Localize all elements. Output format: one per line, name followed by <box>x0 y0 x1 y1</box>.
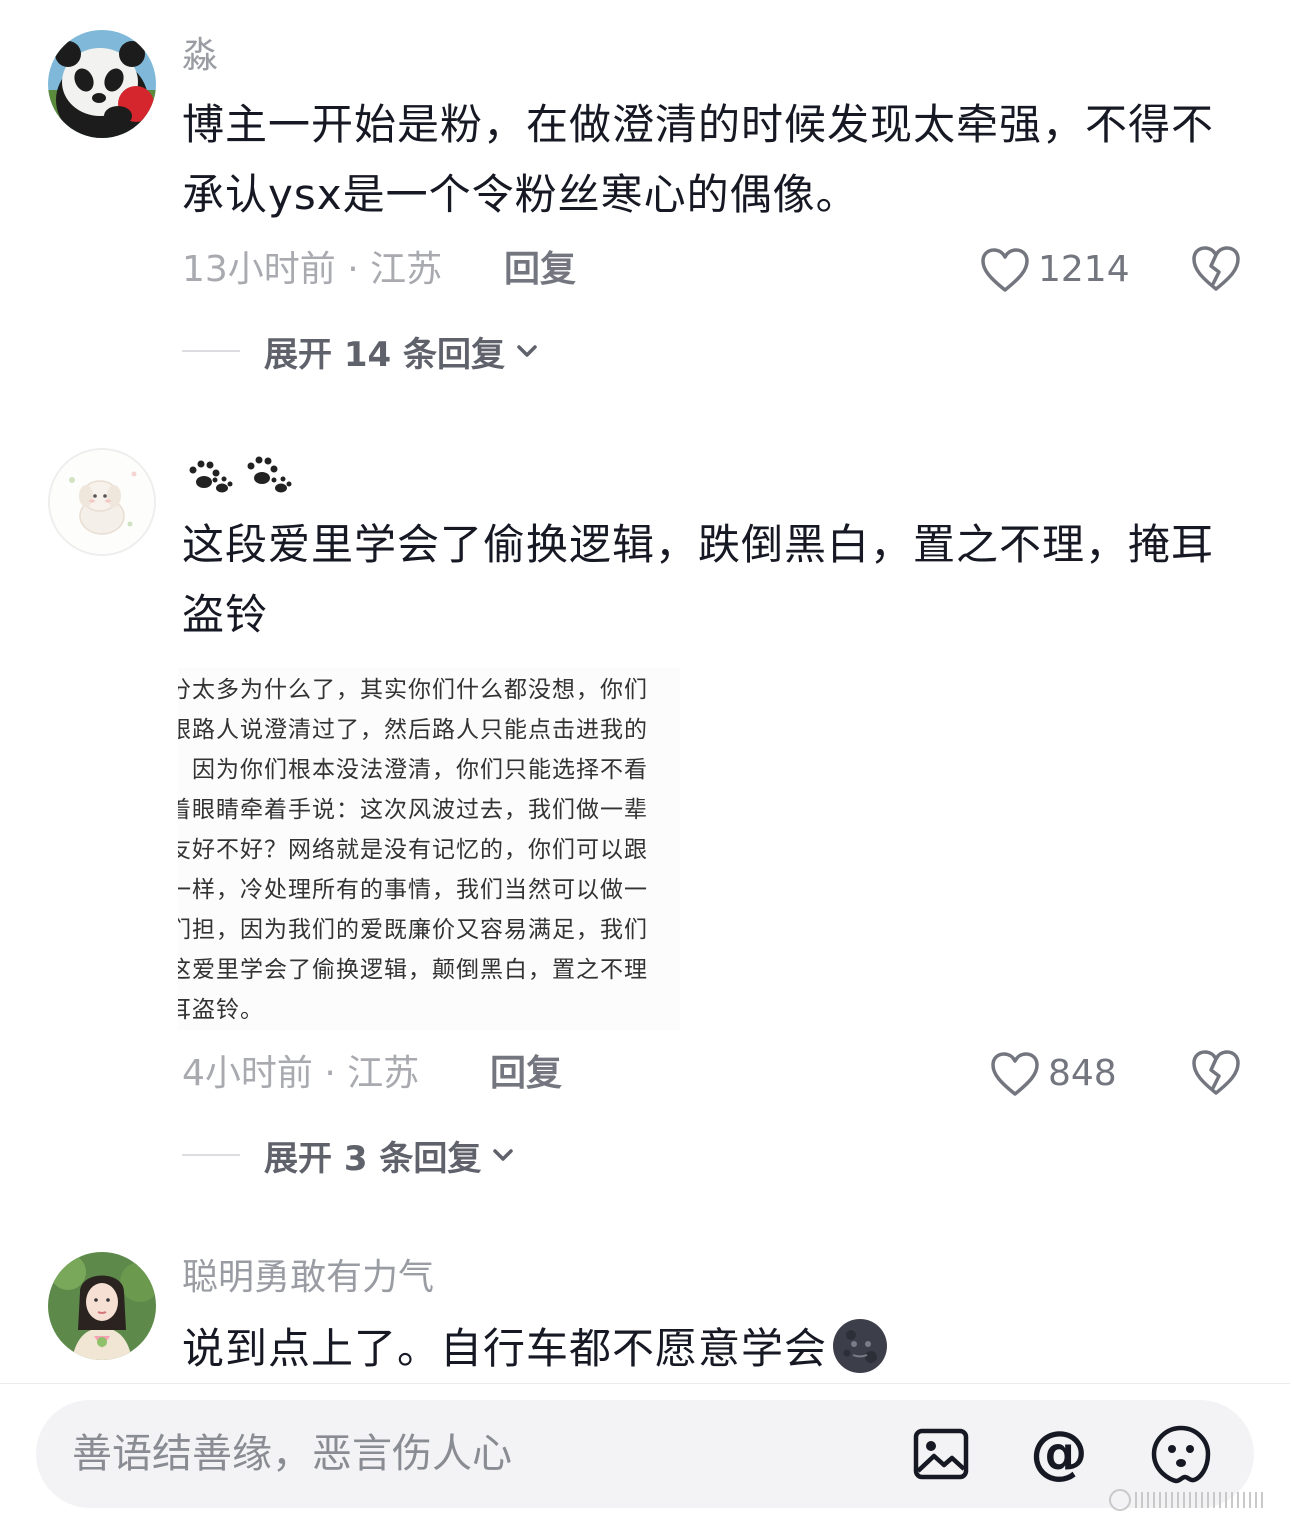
new-moon-face-emoji-icon <box>833 1319 888 1373</box>
avatar-girl[interactable] <box>48 1252 156 1360</box>
comment-time-location: 13小时前 · 江苏 <box>182 249 443 290</box>
heart-outline-icon <box>991 1052 1039 1096</box>
attachment-text-line: 一样，冷处理所有的事情，我们当然可以做一 <box>178 877 648 903</box>
expand-replies-label: 展开 3 条回复 <box>264 1138 482 1179</box>
expand-divider <box>182 1154 240 1156</box>
broken-heart-icon <box>1192 246 1240 291</box>
comment-time-location: 4小时前 · 江苏 <box>182 1053 420 1094</box>
reply-button[interactable]: 回复 <box>490 1050 562 1098</box>
emoji-icon <box>1151 1425 1211 1484</box>
paw-print-icon <box>189 456 292 493</box>
attachment-text-line: ，因为你们根本没法澄清，你们只能选择不看 <box>178 757 648 783</box>
attachment-text-line: 着眼睛牵着手说：这次风波过去，我们做一辈 <box>178 797 648 823</box>
heart-outline-icon <box>981 248 1029 292</box>
comment-input-placeholder: 善语结善缘，恶言伤人心 <box>72 1431 512 1477</box>
attachment-text-line: 耳盗铃。 <box>178 997 264 1023</box>
svg-text:@: @ <box>1030 1423 1088 1485</box>
comment-text: 这段爱里学会了偷换逻辑，跌倒黑白，置之不理，掩耳盗铃 <box>182 520 1215 639</box>
like-count: 1214 <box>1038 249 1130 290</box>
comment-input[interactable]: 善语结善缘，恶言伤人心 @ <box>36 1400 1254 1508</box>
puppy-avatar-image <box>50 450 154 554</box>
mention-button[interactable]: @ <box>1028 1418 1090 1486</box>
girl-avatar-image <box>48 1252 156 1360</box>
paw-prints-username[interactable] <box>182 448 302 498</box>
panda-avatar-image <box>48 30 156 138</box>
like-button[interactable]: 848 <box>990 1046 1117 1102</box>
chevron-down-icon <box>517 345 537 357</box>
chevron-down-icon <box>493 1149 514 1161</box>
avatar-puppy[interactable] <box>48 448 156 556</box>
dislike-button[interactable] <box>1190 1048 1242 1100</box>
image-icon <box>913 1428 969 1480</box>
expand-replies-button[interactable]: 展开 14 条回复 <box>182 326 541 376</box>
expand-replies-label: 展开 14 条回复 <box>264 334 505 375</box>
expand-divider <box>182 350 240 352</box>
attachment-text-line: 们担，因为我们的爱既廉价又容易满足，我们 <box>178 917 648 943</box>
emoji-button[interactable] <box>1150 1423 1212 1485</box>
like-button[interactable]: 1214 <box>980 242 1130 298</box>
dislike-button[interactable] <box>1190 244 1242 296</box>
comment-username[interactable]: 聪明勇敢有力气 <box>182 1256 434 1300</box>
comment-text-content: 说到点上了。自行车都不愿意学会 <box>182 1324 828 1373</box>
broken-heart-icon <box>1192 1050 1240 1095</box>
attachment-text-line: 友好不好？网络就是没有记忆的，你们可以跟 <box>178 837 648 863</box>
avatar-panda[interactable] <box>48 30 156 138</box>
comment-text: 说到点上了。自行车都不愿意学会 <box>182 1314 1232 1384</box>
at-icon: @ <box>1030 1418 1088 1486</box>
watermark-logo-icon <box>1109 1489 1263 1511</box>
comment-username[interactable]: 淼 <box>182 34 218 78</box>
image-button[interactable] <box>910 1423 972 1485</box>
attachment-text-line: 跟路人说澄清过了，然后路人只能点击进我的 <box>178 717 648 743</box>
comment-input-bar: 善语结善缘，恶言伤人心 @ <box>0 1383 1290 1526</box>
expand-replies-button[interactable]: 展开 3 条回复 <box>182 1130 517 1180</box>
comment-image-attachment[interactable]: 分太多为什么了，其实你们什么都没想，你们 跟路人说澄清过了，然后路人只能点击进我… <box>178 668 680 1030</box>
comment-text: 博主一开始是粉，在做澄清的时候发现太牵强，不得不承认ysx是一个令粉丝寒心的偶像… <box>182 100 1215 219</box>
attachment-text-line: 这爱里学会了偷换逻辑，颠倒黑白，置之不理 <box>178 957 648 983</box>
attachment-text-line: 分太多为什么了，其实你们什么都没想，你们 <box>178 677 648 703</box>
reply-button[interactable]: 回复 <box>504 246 576 294</box>
like-count: 848 <box>1048 1053 1117 1094</box>
